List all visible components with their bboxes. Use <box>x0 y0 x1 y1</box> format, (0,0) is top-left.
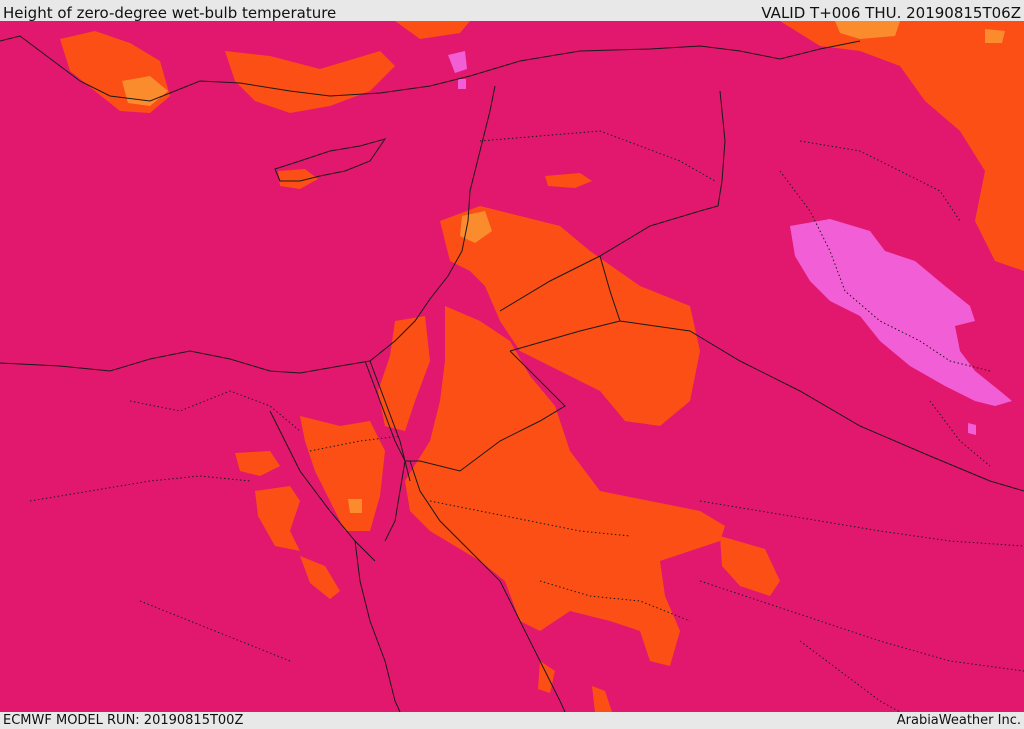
weather-map[interactable] <box>0 21 1024 712</box>
header-bar: Height of zero-degree wet-bulb temperatu… <box>0 0 1024 22</box>
map-canvas <box>0 21 1024 712</box>
footer-bar: ECMWF MODEL RUN: 20190815T00Z ArabiaWeat… <box>0 712 1024 729</box>
model-run-label: ECMWF MODEL RUN: 20190815T00Z <box>3 713 244 728</box>
credit-label: ArabiaWeather Inc. <box>896 713 1021 728</box>
